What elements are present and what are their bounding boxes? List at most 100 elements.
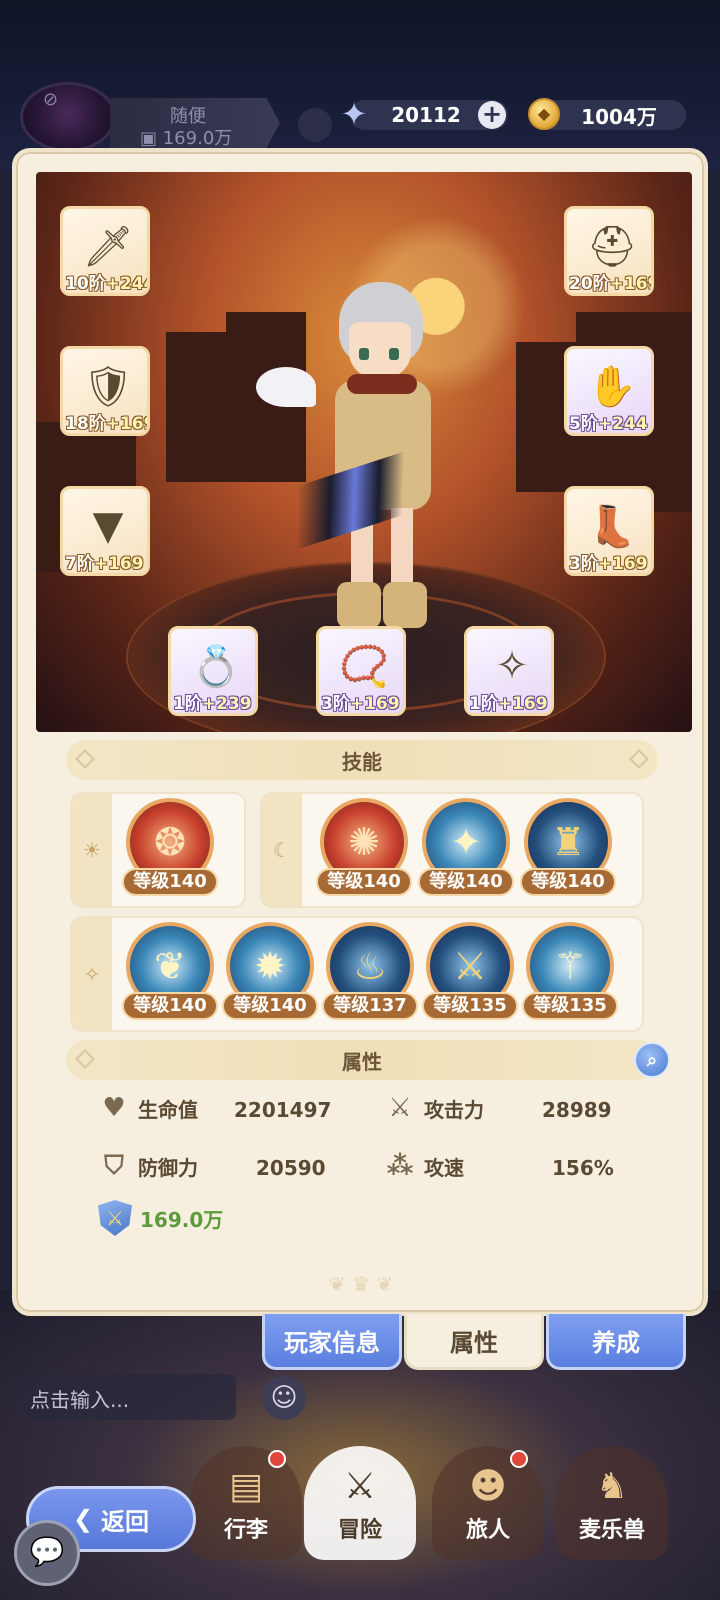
- chat-bubble-icon[interactable]: 💬: [14, 1520, 80, 1586]
- molecule-speed-icon: ⁂: [386, 1151, 414, 1181]
- speed-attribute: ⁂ 攻速: [384, 1150, 464, 1182]
- character-scene: 🗡 10阶+244 ⛑ 20阶+169 🛡 18阶+169 ✋ 5阶+244 ▼…: [36, 172, 692, 732]
- gold-value: 1004万: [581, 104, 657, 129]
- skill-slot[interactable]: ✺ 等级140: [316, 798, 412, 906]
- power-attribute: ⚔ 169.0万: [98, 1200, 223, 1236]
- player-power: ▣ 169.0万: [140, 128, 233, 149]
- player-chip[interactable]: ⊘ 随便 ▣ 169.0万: [10, 82, 280, 152]
- badge-icon: ⊘: [43, 89, 59, 110]
- heart-icon: ♥: [102, 1093, 126, 1123]
- diamond-ornament: [75, 749, 95, 769]
- player-name-box: 随便 ▣ 169.0万: [110, 98, 280, 148]
- equip-slot-boots[interactable]: 👢 3阶+169: [564, 486, 654, 576]
- equip-level: 1阶+169: [469, 694, 548, 714]
- character-model[interactable]: [256, 282, 461, 642]
- character-panel: 🗡 10阶+244 ⛑ 20阶+169 🛡 18阶+169 ✋ 5阶+244 ▼…: [12, 148, 708, 1316]
- skill-slot[interactable]: ♨ 等级137: [322, 922, 418, 1030]
- star-gem-icon: ✦: [340, 95, 368, 133]
- plus-icon[interactable]: +: [478, 101, 506, 129]
- cat-ornament-icon: ❦ ♛ ❦: [328, 1272, 394, 1296]
- nav-adventure[interactable]: ⚔ 冒险: [304, 1446, 416, 1560]
- character-eye: [359, 348, 369, 360]
- character-leg: [391, 508, 413, 588]
- sun-icon: ☀: [72, 794, 112, 906]
- equip-slot-pants[interactable]: ▼ 7阶+169: [60, 486, 150, 576]
- equip-level: 10阶+244: [65, 274, 147, 294]
- speed-value: 156%: [552, 1156, 614, 1180]
- equip-level: 1阶+239: [173, 694, 252, 714]
- gem-value: 20112: [391, 103, 461, 127]
- skills-header: 技能: [66, 740, 658, 780]
- nav-traveler[interactable]: ☻ 旅人: [432, 1446, 544, 1560]
- skill-slot[interactable]: ⚔ 等级135: [422, 922, 518, 1030]
- skill-slot[interactable]: ❦ 等级140: [122, 922, 218, 1030]
- tab-player-info[interactable]: 玩家信息: [262, 1314, 402, 1370]
- equip-slot-necklace[interactable]: 📿 3阶+169: [316, 626, 406, 716]
- skill-slot[interactable]: ✦ 等级140: [418, 798, 514, 906]
- equip-level: 7阶+169: [65, 554, 144, 574]
- skill-level: 等级135: [422, 992, 518, 1020]
- amulet-icon: ✧: [495, 643, 529, 689]
- skill-level: 等级140: [418, 868, 514, 896]
- equip-slot-gloves[interactable]: ✋ 5阶+244: [564, 346, 654, 436]
- skill-level: 等级140: [316, 868, 412, 896]
- crossed-swords-icon: ⚔: [388, 1093, 412, 1123]
- equip-level: 3阶+169: [321, 694, 400, 714]
- back-arrow-icon: ❮: [72, 1505, 94, 1533]
- skill-level: 等级137: [322, 992, 418, 1020]
- skill-slot[interactable]: ♜ 等级140: [520, 798, 616, 906]
- chat-input[interactable]: 点击输入...: [20, 1374, 236, 1420]
- skill-slot[interactable]: ❂ 等级140: [122, 798, 218, 906]
- equip-slot-armor[interactable]: 🛡 18阶+169: [60, 346, 150, 436]
- shield-icon: ⛉: [104, 1150, 124, 1181]
- defense-label: 防御力: [138, 1155, 198, 1180]
- equip-level: 3阶+169: [569, 554, 648, 574]
- magnify-icon[interactable]: ⌕: [634, 1042, 670, 1078]
- gold-counter: ◆ 1004万: [528, 98, 686, 130]
- skill-level: 等级140: [520, 868, 616, 896]
- equip-level: 18阶+169: [65, 414, 147, 434]
- tab-attributes[interactable]: 属性: [404, 1314, 544, 1370]
- equip-slot-weapon[interactable]: 🗡 10阶+244: [60, 206, 150, 296]
- ring-icon: 💍: [191, 643, 241, 690]
- character-head-icon: ☻: [469, 1466, 507, 1507]
- equip-slot-ring[interactable]: 💍 1阶+239: [168, 626, 258, 716]
- notification-dot: [268, 1450, 286, 1468]
- sword-icon: 🗡: [82, 223, 134, 270]
- character-collar: [347, 374, 417, 394]
- skill-group-sun: ☀ ❂ 等级140: [70, 792, 246, 908]
- hp-value: 2201497: [234, 1098, 332, 1122]
- skill-group-star: ✧ ❦ 等级140 ✹ 等级140 ♨ 等级137 ⚔ 等级135 ⚚ 等级13…: [70, 916, 644, 1032]
- nav-pets[interactable]: ♞ 麦乐兽: [556, 1446, 668, 1560]
- character-boot: [383, 582, 427, 628]
- emoji-icon[interactable]: ☺: [262, 1376, 306, 1420]
- gem-counter: ✦ 20112 +: [341, 95, 508, 133]
- tab-cultivate[interactable]: 养成: [546, 1314, 686, 1370]
- nav-pets-label: 麦乐兽: [578, 1518, 645, 1543]
- skill-slot[interactable]: ⚚ 等级135: [522, 922, 618, 1030]
- hp-label: 生命值: [138, 1097, 198, 1122]
- skill-level: 等级135: [522, 992, 618, 1020]
- equip-slot-helmet[interactable]: ⛑ 20阶+169: [564, 206, 654, 296]
- attack-attribute: ⚔ 攻击力: [384, 1092, 484, 1124]
- skill-level: 等级140: [122, 992, 218, 1020]
- nav-bag[interactable]: ▤ 行李: [190, 1446, 302, 1560]
- power-value: 169.0万: [140, 1207, 224, 1232]
- moon-icon: ☾: [262, 794, 302, 906]
- equip-slot-amulet[interactable]: ✧ 1阶+169: [464, 626, 554, 716]
- helmet-icon: ⛑: [586, 223, 638, 270]
- equip-level: 20阶+169: [569, 274, 651, 294]
- diamond-ornament: [75, 1049, 95, 1069]
- equip-level: 5阶+244: [569, 414, 648, 434]
- guild-icon[interactable]: [298, 108, 332, 142]
- player-avatar[interactable]: ⊘: [20, 82, 116, 152]
- speed-label: 攻速: [424, 1155, 464, 1180]
- skill-slot[interactable]: ✹ 等级140: [222, 922, 318, 1030]
- pants-icon: ▼: [92, 503, 124, 549]
- nav-bag-label: 行李: [223, 1518, 268, 1543]
- attack-label: 攻击力: [424, 1097, 484, 1122]
- cat-pet-icon: ♞: [595, 1466, 629, 1507]
- hp-attribute: ♥ 生命值: [98, 1092, 198, 1124]
- gold-coin-icon: ◆: [524, 94, 564, 134]
- skills-title: 技能: [342, 749, 382, 774]
